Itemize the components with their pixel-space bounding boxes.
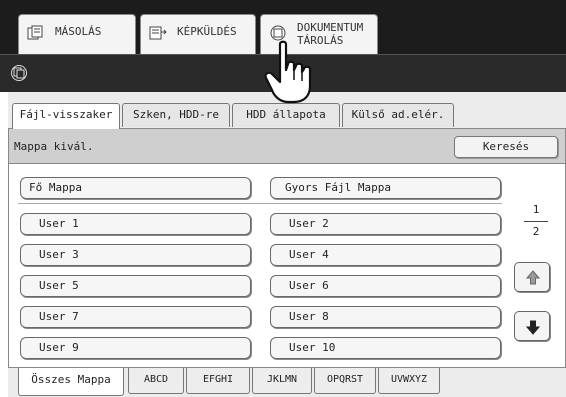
filter-tab-uvwxyz[interactable]: UVWXYZ	[378, 368, 440, 394]
tab-copy-label: MÁSOLÁS	[55, 25, 102, 38]
folder-user-7[interactable]: User 7	[20, 306, 251, 328]
tab-external-access[interactable]: Külső ad.elér.	[342, 103, 454, 127]
tab-image-send[interactable]: KÉPKÜLDÉS	[140, 14, 256, 54]
folder-main[interactable]: Fő Mappa	[20, 177, 251, 199]
filter-tab-opqrst[interactable]: OPQRST	[314, 368, 376, 394]
filter-tab-all-folders[interactable]: Összes Mappa	[18, 368, 124, 396]
scroll-down-button[interactable]	[514, 311, 550, 341]
tab-copy[interactable]: MÁSOLÁS	[18, 14, 136, 54]
document-filing-icon	[10, 64, 28, 86]
search-button[interactable]: Keresés	[454, 136, 558, 158]
tab-file-retrieve[interactable]: Fájl-visszaker	[12, 103, 120, 129]
folder-user-4[interactable]: User 4	[270, 244, 501, 266]
pointer-hand-icon	[264, 40, 312, 104]
scroll-up-button[interactable]	[514, 262, 550, 292]
folder-user-10[interactable]: User 10	[270, 337, 501, 359]
folder-user-8[interactable]: User 8	[270, 306, 501, 328]
copy-icon	[27, 25, 45, 44]
filter-tab-jklmn[interactable]: JKLMN	[252, 368, 312, 394]
folder-user-9[interactable]: User 9	[20, 337, 251, 359]
page-title: Mappa kivál.	[14, 140, 94, 153]
tab-image-send-label: KÉPKÜLDÉS	[177, 25, 237, 38]
folder-user-2[interactable]: User 2	[270, 213, 501, 235]
tab-scan-to-hdd[interactable]: Szken, HDD-re	[122, 103, 230, 127]
tab-document-filing-label-line1: DOKUMENTUM	[297, 21, 364, 34]
page-current: 1	[532, 203, 540, 216]
arrow-down-icon	[525, 320, 541, 335]
page-total: 2	[532, 225, 540, 238]
page-fraction-line	[524, 221, 548, 222]
divider	[18, 203, 502, 204]
tab-hdd-status[interactable]: HDD állapota	[232, 103, 340, 127]
folder-user-3[interactable]: User 3	[20, 244, 251, 266]
filter-tab-efghi[interactable]: EFGHI	[186, 368, 250, 394]
folder-quick-file[interactable]: Gyors Fájl Mappa	[270, 177, 501, 199]
image-send-icon	[149, 25, 167, 44]
arrow-up-icon	[525, 270, 541, 285]
folder-user-5[interactable]: User 5	[20, 275, 251, 297]
folder-user-1[interactable]: User 1	[20, 213, 251, 235]
filter-tab-abcd[interactable]: ABCD	[128, 368, 184, 394]
folder-user-6[interactable]: User 6	[270, 275, 501, 297]
